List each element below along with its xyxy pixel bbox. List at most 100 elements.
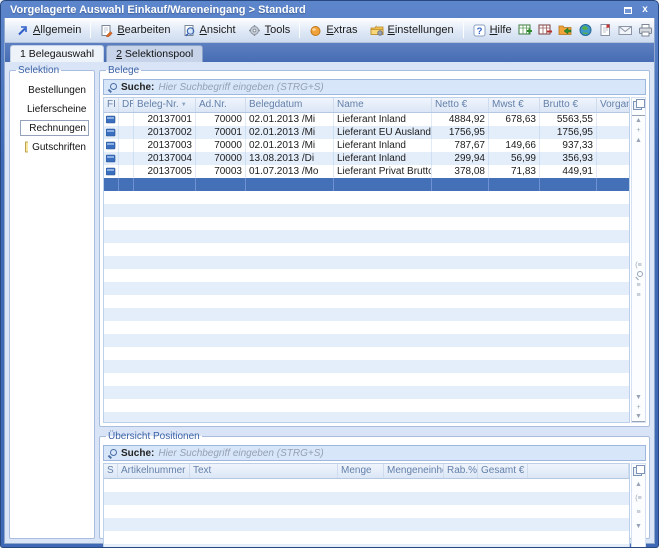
empty-row xyxy=(104,191,629,204)
fibu-book-icon xyxy=(104,139,119,152)
list-icon[interactable]: ≡ xyxy=(632,507,645,517)
menu-einstellungen[interactable]: Einstellungen xyxy=(364,22,460,39)
column-header[interactable]: Menge xyxy=(338,464,384,478)
scroll-up-icon[interactable]: ▲ xyxy=(632,479,645,489)
positionen-search-input[interactable] xyxy=(158,447,641,459)
column-header[interactable]: Gesamt € xyxy=(478,464,528,478)
column-header[interactable]: Mwst € xyxy=(489,98,540,112)
scroll-bottom-icon[interactable]: ▼ xyxy=(632,412,645,422)
cell-brutto: 5563,55 xyxy=(540,113,597,126)
cell-netto: 4884,92 xyxy=(432,113,489,126)
cell-name: Lieferant Inland xyxy=(334,113,432,126)
sort-icon[interactable]: ≡ xyxy=(632,290,645,300)
document-icon xyxy=(23,141,28,153)
column-header[interactable]: DR xyxy=(119,98,134,112)
menu-allgemein[interactable]: Allgemein xyxy=(10,22,87,39)
menu-tools[interactable]: Tools xyxy=(242,22,297,39)
mail-icon[interactable] xyxy=(618,23,634,38)
restore-button[interactable] xyxy=(621,4,635,16)
cell-vorgang: 58 xyxy=(597,113,629,126)
sidebar-item-rechnungen[interactable]: Rechnungen xyxy=(20,120,89,136)
empty-row xyxy=(104,217,629,230)
cell-belegdatum: 02.01.2013 /Mi xyxy=(246,113,334,126)
app-window: Vorgelagerte Auswahl Einkauf/Wareneingan… xyxy=(0,0,659,548)
dr-cell xyxy=(119,165,134,178)
extras-orb-icon xyxy=(309,24,322,37)
scroll-top-icon[interactable]: ▲ xyxy=(632,115,645,125)
tabstrip: 1 Belegauswahl 2 Selektionspool xyxy=(5,43,654,62)
cell-belegdatum: 02.01.2013 /Mi xyxy=(246,139,334,152)
column-header[interactable]: Ad.Nr. xyxy=(196,98,246,112)
settings-folder-icon xyxy=(370,24,384,37)
close-button[interactable]: x xyxy=(638,4,652,16)
belege-row[interactable]: 20137004 70000 13.08.2013 /Di Lieferant … xyxy=(104,152,629,165)
column-header[interactable]: Belegdatum xyxy=(246,98,334,112)
column-header[interactable]: FI xyxy=(104,98,119,112)
print-icon[interactable] xyxy=(638,23,654,38)
sidebar-item-lieferscheine[interactable]: Lieferscheine xyxy=(20,101,89,117)
search-icon xyxy=(108,449,117,458)
empty-row xyxy=(104,347,629,360)
menu-ansicht[interactable]: Ansicht xyxy=(177,22,242,39)
zoom-icon[interactable] xyxy=(632,270,645,280)
menu-hilfe[interactable]: ? Hilfe xyxy=(467,22,518,39)
empty-row xyxy=(104,531,629,544)
column-header[interactable]: Rab.% xyxy=(444,464,478,478)
tab-belegauswahl[interactable]: 1 Belegauswahl xyxy=(10,45,104,62)
menu-bearbeiten[interactable]: Bearbeiten xyxy=(94,22,176,39)
goto-icon[interactable]: (≡ xyxy=(632,260,645,270)
goto-icon[interactable]: (≡ xyxy=(632,493,645,503)
scroll-up-icon[interactable]: ▲ xyxy=(632,135,645,145)
column-header-sorted[interactable]: Beleg-Nr.▼ xyxy=(134,98,196,112)
column-header[interactable]: S xyxy=(104,464,118,478)
titlebar: Vorgelagerte Auswahl Einkauf/Wareneingan… xyxy=(4,1,655,18)
belege-row[interactable]: 20137002 70001 02.01.2013 /Mi Lieferant … xyxy=(104,126,629,139)
column-header[interactable]: Name xyxy=(334,98,432,112)
column-header[interactable]: Text xyxy=(190,464,338,478)
column-header[interactable]: Vorgang xyxy=(597,98,630,112)
dr-cell xyxy=(119,126,134,139)
cell-brutto: 1756,95 xyxy=(540,126,597,139)
menu-extras[interactable]: Extras xyxy=(303,22,363,39)
help-icon: ? xyxy=(473,24,486,37)
scroll-down-icon[interactable]: ▼ xyxy=(632,392,645,402)
column-header[interactable]: Netto € xyxy=(432,98,489,112)
cell-beleg-nr: 20137002 xyxy=(134,126,196,139)
scroll-down-icon[interactable]: ▼ xyxy=(632,521,645,531)
column-chooser-icon[interactable] xyxy=(633,99,644,109)
selected-row[interactable] xyxy=(104,178,629,191)
document-flag-icon[interactable] xyxy=(598,23,614,38)
belege-row[interactable]: 20137001 70000 02.01.2013 /Mi Lieferant … xyxy=(104,113,629,126)
table-export-icon[interactable] xyxy=(518,23,534,38)
empty-row xyxy=(104,295,629,308)
sidebar-item-gutschriften[interactable]: Gutschriften xyxy=(20,139,89,155)
list-icon[interactable]: ≡ xyxy=(632,280,645,290)
column-chooser-icon[interactable] xyxy=(633,465,644,475)
empty-row xyxy=(104,230,629,243)
column-header[interactable]: Artikelnummer xyxy=(118,464,190,478)
empty-row xyxy=(104,256,629,269)
belege-search-input[interactable] xyxy=(158,81,641,93)
empty-row xyxy=(104,334,629,347)
cell-beleg-nr: 20137001 xyxy=(134,113,196,126)
tab-selektionspool[interactable]: 2 Selektionspool xyxy=(106,45,203,62)
insert-icon[interactable]: + xyxy=(632,125,645,135)
belege-groupbox: Belege Suche: FI DR Beleg-Nr.▼ Ad.Nr. xyxy=(99,65,650,427)
belege-row[interactable]: 20137005 70003 01.07.2013 /Mo Lieferant … xyxy=(104,165,629,178)
empty-row xyxy=(104,399,629,412)
folder-export-icon[interactable] xyxy=(558,23,574,38)
empty-row xyxy=(104,505,629,518)
table-import-icon[interactable] xyxy=(538,23,554,38)
cell-mwst: 149,66 xyxy=(489,139,540,152)
belege-row[interactable]: 20137003 70000 02.01.2013 /Mi Lieferant … xyxy=(104,139,629,152)
cell-brutto: 937,33 xyxy=(540,139,597,152)
sidebar-item-bestellungen[interactable]: Bestellungen xyxy=(20,82,89,98)
empty-row xyxy=(104,282,629,295)
belege-rows: 20137001 70000 02.01.2013 /Mi Lieferant … xyxy=(104,113,629,422)
cell-ad-nr: 70001 xyxy=(196,126,246,139)
column-header[interactable]: Brutto € xyxy=(540,98,597,112)
globe-icon[interactable] xyxy=(578,23,594,38)
cell-netto: 1756,95 xyxy=(432,126,489,139)
insert2-icon[interactable]: + xyxy=(632,402,645,412)
column-header[interactable]: Mengeneinheit xyxy=(384,464,444,478)
